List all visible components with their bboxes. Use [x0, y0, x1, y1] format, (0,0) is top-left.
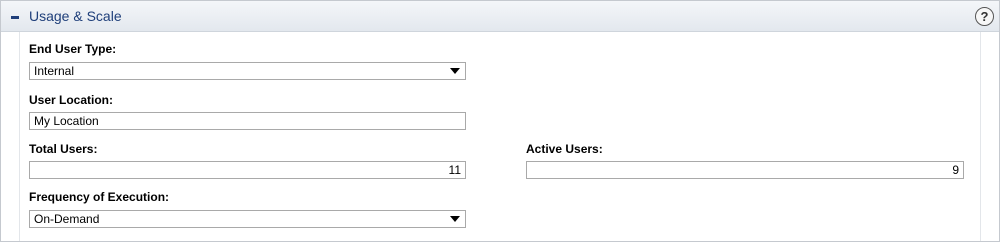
user-location-value: My Location — [34, 114, 99, 128]
active-users-input[interactable]: 9 — [526, 161, 964, 179]
collapse-icon[interactable] — [11, 16, 19, 19]
total-users-label: Total Users: — [29, 142, 98, 156]
end-user-type-value: Internal — [34, 64, 75, 78]
frequency-label: Frequency of Execution: — [29, 190, 170, 204]
end-user-type-label: End User Type: — [29, 42, 117, 56]
frequency-select[interactable]: On-Demand — [29, 210, 466, 228]
panel-title: Usage & Scale — [29, 8, 122, 24]
user-location-input[interactable]: My Location — [29, 112, 466, 130]
chevron-down-icon — [450, 68, 460, 74]
total-users-value: 11 — [448, 163, 461, 177]
panel-header[interactable]: Usage & Scale ? — [1, 1, 999, 32]
usage-scale-panel: Usage & Scale ? End User Type: Internal … — [0, 0, 1000, 242]
active-users-label: Active Users: — [526, 142, 603, 156]
end-user-type-select[interactable]: Internal — [29, 62, 466, 80]
user-location-label: User Location: — [29, 93, 114, 107]
help-icon[interactable]: ? — [975, 7, 994, 26]
chevron-down-icon — [450, 216, 460, 222]
frequency-value: On-Demand — [34, 212, 100, 226]
total-users-input[interactable]: 11 — [29, 161, 466, 179]
panel-body: End User Type: Internal User Location: M… — [19, 32, 981, 241]
active-users-value: 9 — [952, 163, 959, 177]
